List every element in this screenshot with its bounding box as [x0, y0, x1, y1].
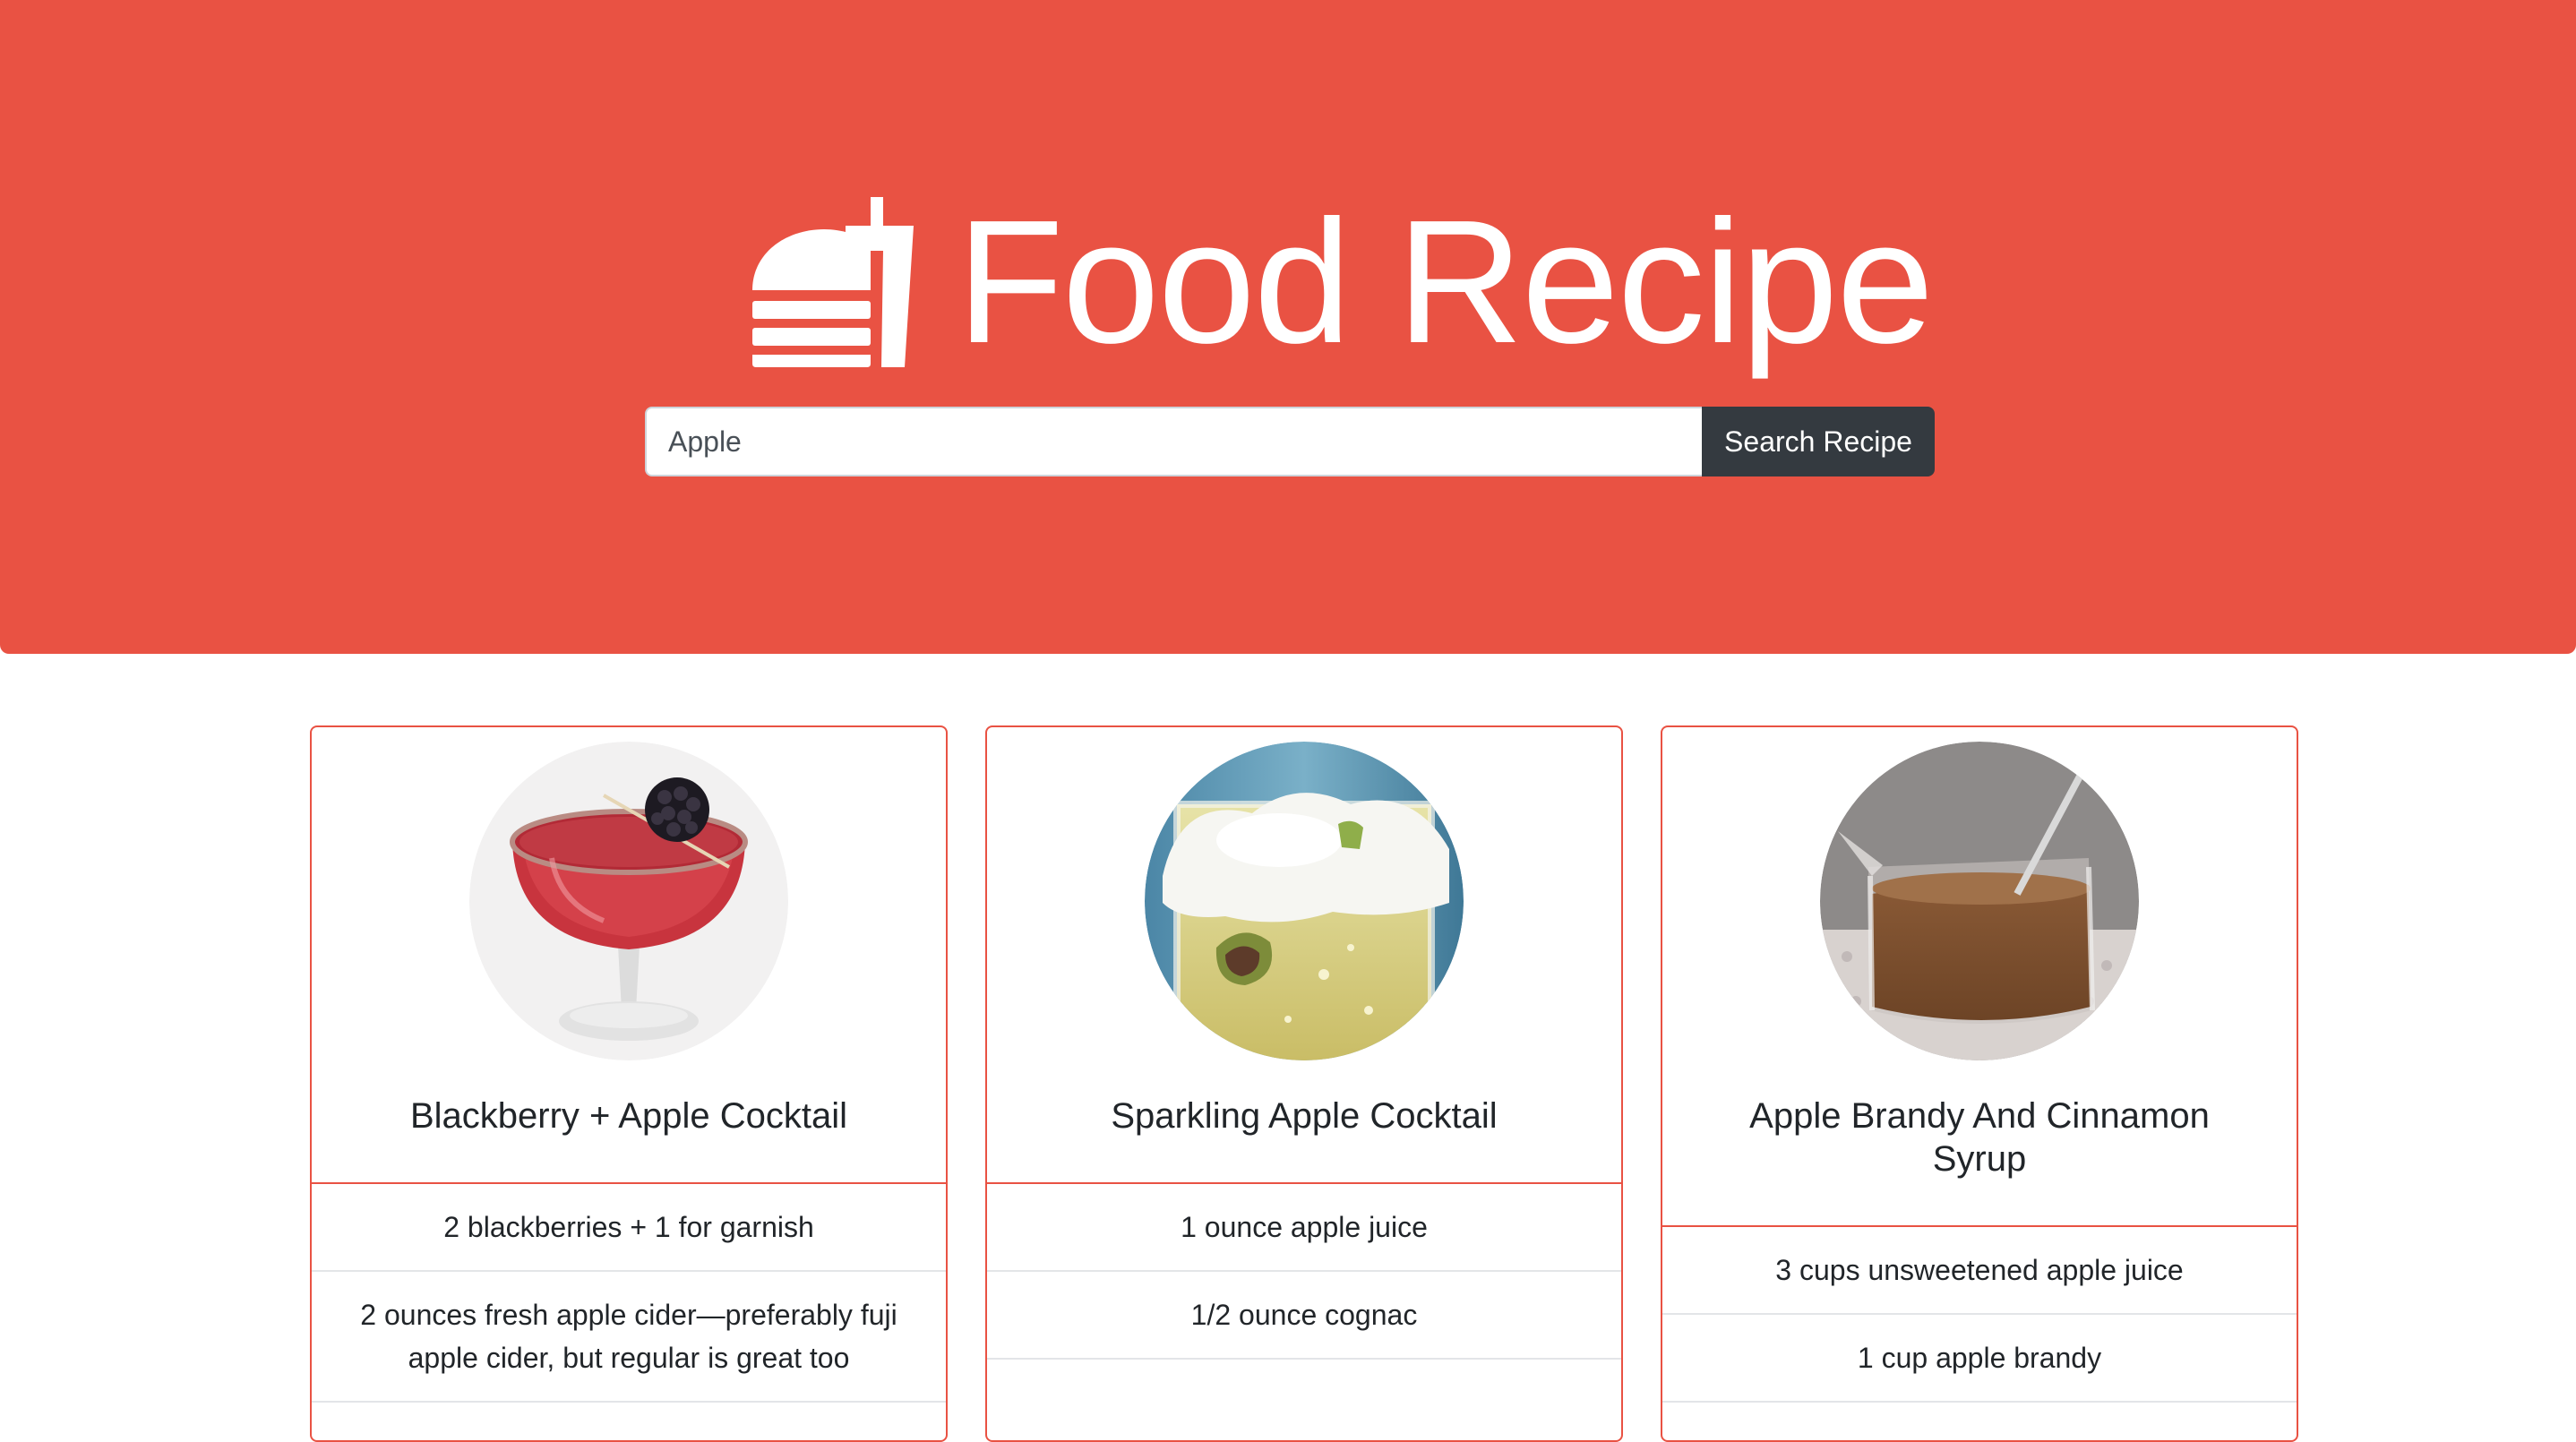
- syrup-pitcher-image: [1820, 742, 2139, 1060]
- recipe-list: Blackberry + Apple Cocktail 2 blackberri…: [310, 725, 2298, 1442]
- brand: Food Recipe: [749, 179, 1934, 385]
- ingredient-item: 2 ounces fresh apple cider—preferably fu…: [312, 1272, 946, 1403]
- ingredient-item: 1 ounce apple juice: [987, 1184, 1621, 1272]
- recipe-card-header: Blackberry + Apple Cocktail: [312, 742, 946, 1184]
- ingredient-list: 3 cups unsweetened apple juice 1 cup app…: [1662, 1227, 2297, 1403]
- ingredient-item: 1/2 ounce cognac: [987, 1272, 1621, 1360]
- recipe-card-header: Apple Brandy And Cinnamon Syrup: [1662, 742, 2297, 1227]
- cocktail-glass-blackberry-image: [469, 742, 788, 1060]
- ingredient-item: 2 blackberries + 1 for garnish: [312, 1184, 946, 1272]
- recipe-card[interactable]: Apple Brandy And Cinnamon Syrup 3 cups u…: [1661, 725, 2298, 1442]
- recipe-card[interactable]: Sparkling Apple Cocktail 1 ounce apple j…: [985, 725, 1623, 1442]
- recipe-title[interactable]: Sparkling Apple Cocktail: [987, 1060, 1621, 1182]
- search-input[interactable]: [645, 407, 1702, 476]
- recipe-card[interactable]: Blackberry + Apple Cocktail 2 blackberri…: [310, 725, 948, 1442]
- ingredient-list: 1 ounce apple juice 1/2 ounce cognac: [987, 1184, 1621, 1360]
- recipe-title[interactable]: Apple Brandy And Cinnamon Syrup: [1662, 1060, 2297, 1225]
- search-recipe-button[interactable]: Search Recipe: [1702, 407, 1935, 476]
- recipe-title[interactable]: Blackberry + Apple Cocktail: [312, 1060, 946, 1182]
- recipe-card-header: Sparkling Apple Cocktail: [987, 742, 1621, 1184]
- ingredient-item: 3 cups unsweetened apple juice: [1662, 1227, 2297, 1315]
- search-form: Search Recipe: [645, 407, 1935, 476]
- ingredient-list: 2 blackberries + 1 for garnish 2 ounces …: [312, 1184, 946, 1403]
- page-title: Food Recipe: [957, 184, 1934, 380]
- sparkling-cocktail-image: [1145, 742, 1464, 1060]
- hero-header: Food Recipe Search Recipe: [0, 0, 2576, 654]
- ingredient-item: 1 cup apple brandy: [1662, 1315, 2297, 1403]
- burger-and-drink-icon: [752, 197, 914, 367]
